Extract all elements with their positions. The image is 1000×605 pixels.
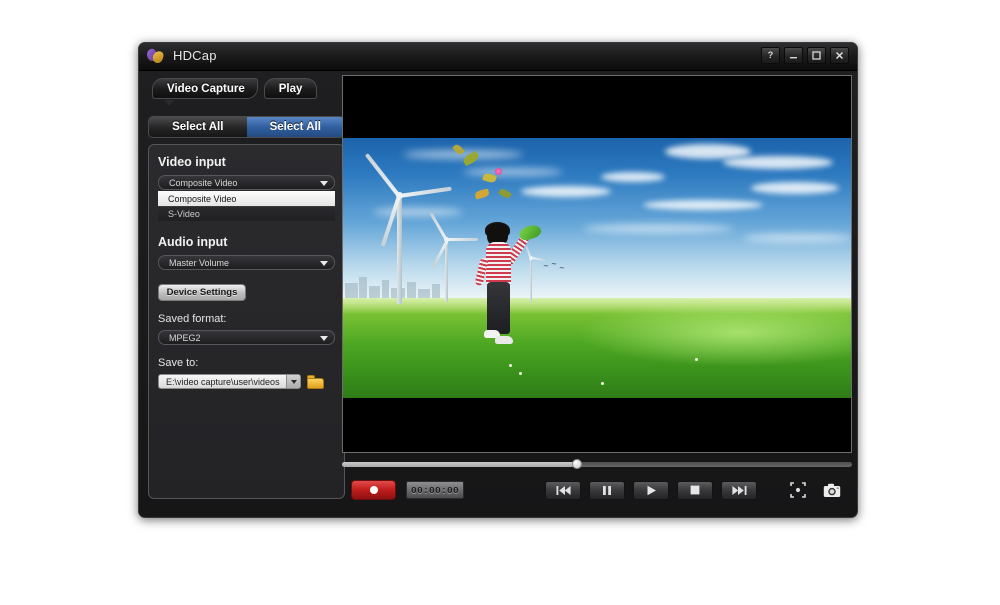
letterbox-bottom xyxy=(343,398,851,452)
play-icon xyxy=(647,485,656,495)
stop-button[interactable] xyxy=(677,480,713,500)
select-all-left-button[interactable]: Select All xyxy=(149,117,247,137)
chevron-down-icon xyxy=(320,261,328,266)
skip-next-icon xyxy=(731,485,746,495)
butterfly-logo-icon xyxy=(145,46,166,65)
tab-video-capture-label: Video Capture xyxy=(167,82,245,95)
video-input-option-composite-label: Composite Video xyxy=(168,193,237,204)
settings-panel: Video input Composite Video Composite Vi… xyxy=(148,144,345,499)
save-to-row: E:\video capture\user\videos xyxy=(158,374,335,389)
close-button[interactable] xyxy=(830,47,849,64)
folder-icon[interactable] xyxy=(307,374,324,389)
tab-play[interactable]: Play xyxy=(263,78,318,99)
device-settings-button[interactable]: Device Settings xyxy=(158,284,246,301)
camera-icon xyxy=(823,483,841,497)
timecode-display: 00:00:00 xyxy=(406,481,464,499)
record-button[interactable] xyxy=(351,480,396,500)
audio-input-value: Master Volume xyxy=(169,257,230,268)
left-panel: Video Capture Play Select All Select All… xyxy=(148,78,348,499)
title-bar-left: HDCap xyxy=(145,46,217,65)
save-to-label: Save to: xyxy=(158,357,199,369)
saved-format-value: MPEG2 xyxy=(169,332,201,343)
help-button[interactable]: ? xyxy=(761,47,780,64)
child-figure xyxy=(474,222,545,346)
next-button[interactable] xyxy=(721,480,757,500)
maximize-button[interactable] xyxy=(807,47,826,64)
seek-slider[interactable] xyxy=(342,459,852,469)
save-to-dropdown-button[interactable] xyxy=(286,375,300,388)
audio-input-label: Audio input xyxy=(158,235,228,249)
record-dot-icon xyxy=(369,486,378,494)
fullscreen-icon xyxy=(790,482,806,498)
video-scene: ∼ ∼ ∼ xyxy=(343,138,851,400)
grass-field xyxy=(343,298,851,400)
title-bar[interactable]: HDCap ? xyxy=(139,43,857,71)
video-input-combobox[interactable]: Composite Video xyxy=(158,175,335,190)
seek-fill xyxy=(342,462,577,467)
transport-bar: 00:00:00 xyxy=(342,475,852,505)
save-to-input[interactable]: E:\video capture\user\videos xyxy=(158,374,301,389)
window-controls: ? xyxy=(761,47,849,64)
select-all-left-label: Select All xyxy=(172,121,224,133)
video-preview[interactable]: ∼ ∼ ∼ xyxy=(342,75,852,453)
thrown-hat xyxy=(517,222,543,243)
tab-play-label: Play xyxy=(278,82,303,95)
minimize-button[interactable] xyxy=(784,47,803,64)
mode-tabs: Video Capture Play xyxy=(148,78,348,99)
window-body: Video Capture Play Select All Select All… xyxy=(139,71,857,517)
select-all-row: Select All Select All xyxy=(148,116,345,138)
saved-format-label: Saved format: xyxy=(158,313,227,325)
audio-input-combobox[interactable]: Master Volume xyxy=(158,255,335,270)
snapshot-button[interactable] xyxy=(822,481,842,499)
pause-icon xyxy=(603,485,611,495)
fullscreen-button[interactable] xyxy=(788,481,808,499)
wind-turbine-icon xyxy=(429,212,479,302)
video-input-label: Video input xyxy=(158,155,226,169)
select-all-right-label: Select All xyxy=(269,121,321,133)
stop-icon xyxy=(690,485,700,495)
hdcap-application-window: HDCap ? Video Capture Play Select All Se… xyxy=(138,42,858,518)
seek-handle[interactable] xyxy=(571,459,582,469)
saved-format-combobox[interactable]: MPEG2 xyxy=(158,330,335,345)
player-extra-buttons xyxy=(788,481,842,499)
save-to-value: E:\video capture\user\videos xyxy=(166,376,280,387)
app-title: HDCap xyxy=(173,48,217,63)
video-input-option-composite[interactable]: Composite Video xyxy=(158,191,335,206)
video-input-value: Composite Video xyxy=(169,177,238,188)
letterbox-top xyxy=(343,76,851,138)
chevron-down-icon xyxy=(320,181,328,186)
select-all-caret-icon xyxy=(164,100,174,106)
select-all-right-button[interactable]: Select All xyxy=(246,117,344,137)
transport-buttons xyxy=(545,480,757,500)
player-panel: ∼ ∼ ∼ 00:00:00 xyxy=(342,75,854,505)
play-button[interactable] xyxy=(633,480,669,500)
flower-icon xyxy=(495,168,502,175)
pause-button[interactable] xyxy=(589,480,625,500)
tab-video-capture[interactable]: Video Capture xyxy=(152,78,258,99)
device-settings-label: Device Settings xyxy=(166,287,238,298)
video-input-dropdown-list: Composite Video S-Video xyxy=(158,191,335,221)
previous-button[interactable] xyxy=(545,480,581,500)
skip-previous-icon xyxy=(556,485,571,495)
video-input-option-svideo-label: S-Video xyxy=(168,209,200,219)
chevron-down-icon xyxy=(320,336,328,341)
video-input-option-svideo[interactable]: S-Video xyxy=(158,206,335,221)
